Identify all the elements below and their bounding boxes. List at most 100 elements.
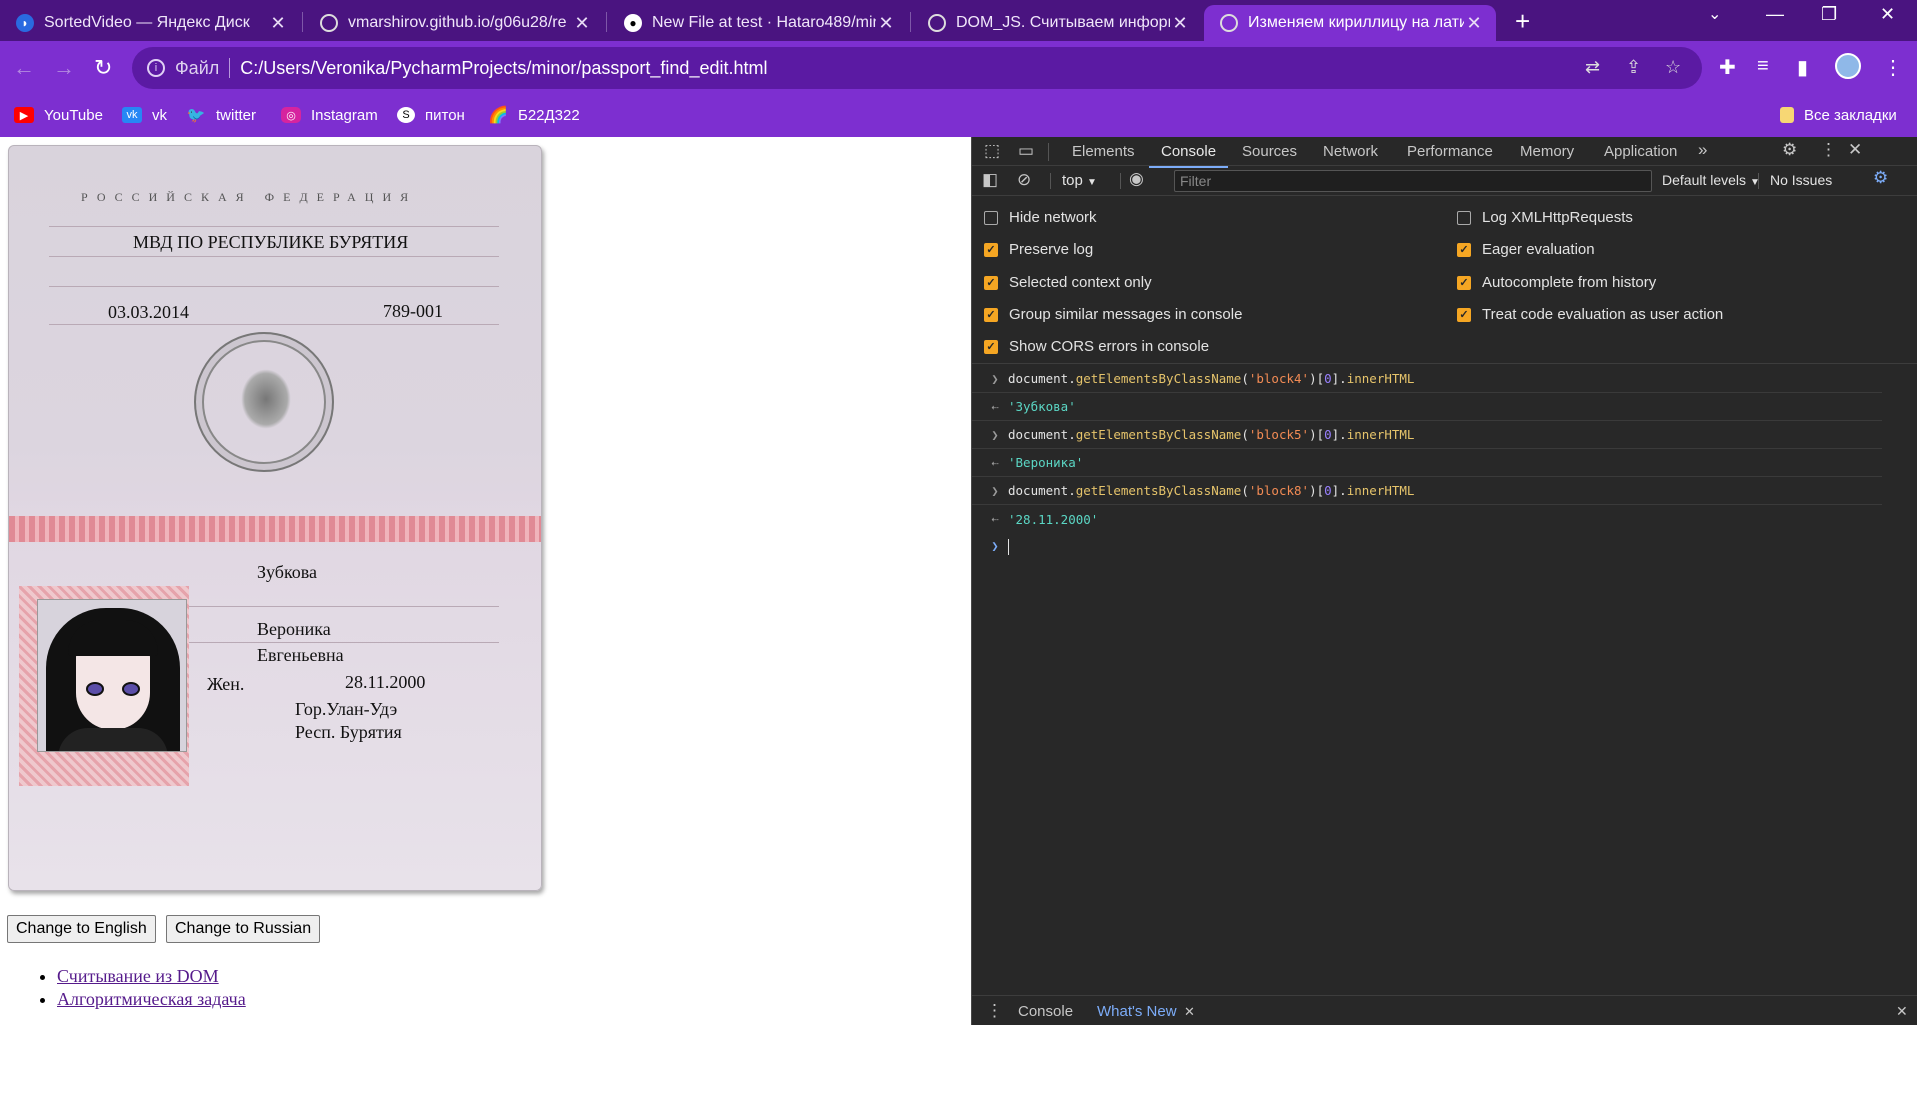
browser-tab[interactable]: ● New File at test · Hataro489/min ✕ bbox=[608, 5, 908, 41]
drawer-tab-console[interactable]: Console bbox=[1018, 1003, 1073, 1020]
restore-icon[interactable]: ❐ bbox=[1821, 4, 1837, 25]
console-filter-input[interactable]: Filter bbox=[1174, 170, 1652, 192]
customize-kebab-icon[interactable]: ⋮ bbox=[1820, 140, 1837, 160]
reload-icon[interactable]: ↻ bbox=[94, 55, 112, 81]
link-algorithm-task[interactable]: Алгоритмическая задача bbox=[57, 989, 246, 1009]
tab-memory[interactable]: Memory bbox=[1520, 143, 1574, 160]
close-icon[interactable]: ✕ bbox=[1464, 13, 1484, 34]
tab-application[interactable]: Application bbox=[1604, 143, 1677, 160]
setting-hide-network[interactable]: Hide network bbox=[984, 209, 1097, 226]
result-value[interactable]: 'Зубкова' bbox=[1008, 399, 1076, 414]
issues-counter[interactable]: No Issues bbox=[1770, 172, 1832, 188]
vk-icon: vk bbox=[122, 107, 142, 123]
browser-tab-active[interactable]: Изменяем кириллицу на латин ✕ bbox=[1204, 5, 1496, 41]
profile-avatar[interactable] bbox=[1835, 53, 1861, 79]
media-icon[interactable]: ≡ bbox=[1757, 55, 1769, 78]
setting-group-similar[interactable]: ✓ Group similar messages in console bbox=[984, 306, 1242, 323]
live-expression-eye-icon[interactable]: ◉ bbox=[1129, 169, 1144, 189]
browser-tab[interactable]: DOM_JS. Считываем информац ✕ bbox=[912, 5, 1202, 41]
all-bookmarks[interactable]: Все закладки bbox=[1780, 102, 1897, 128]
menu-kebab-icon[interactable]: ⋮ bbox=[1883, 55, 1903, 80]
close-drawer-tab-icon[interactable]: ✕ bbox=[1184, 1004, 1195, 1020]
url-text[interactable]: C:/Users/Veronika/PycharmProjects/minor/… bbox=[240, 58, 767, 79]
inspect-element-icon[interactable]: ⬚ bbox=[984, 141, 1000, 161]
setting-preserve-log[interactable]: ✓ Preserve log bbox=[984, 241, 1093, 258]
tab-title: vmarshirov.github.io/g06u28/re bbox=[348, 14, 567, 31]
bookmark-twitter[interactable]: 🐦 twitter bbox=[186, 102, 256, 128]
close-icon[interactable]: ✕ bbox=[572, 13, 592, 34]
close-drawer-icon[interactable]: ✕ bbox=[1896, 1003, 1908, 1020]
tab-separator bbox=[302, 12, 303, 32]
passport-fold-band bbox=[9, 516, 541, 542]
bookmark-youtube[interactable]: ▶ YouTube bbox=[14, 102, 103, 128]
new-tab-plus-icon[interactable]: + bbox=[1515, 6, 1530, 37]
close-icon[interactable]: ✕ bbox=[876, 13, 896, 34]
tab-title: DOM_JS. Считываем информац bbox=[956, 14, 1170, 31]
tab-network[interactable]: Network bbox=[1323, 143, 1378, 160]
bookmark-python[interactable]: S питон bbox=[397, 102, 465, 128]
back-icon[interactable]: ← bbox=[13, 55, 35, 81]
share-icon[interactable]: ⇪ bbox=[1626, 57, 1641, 78]
context-selector[interactable]: top ▼ bbox=[1062, 172, 1097, 189]
console-settings-gear-icon[interactable]: ⚙ bbox=[1873, 168, 1888, 188]
browser-tab[interactable]: ◗ SortedVideo — Яндекс Диск ✕ bbox=[0, 5, 300, 41]
extensions-icon[interactable]: ✚ bbox=[1719, 55, 1736, 80]
checkbox[interactable] bbox=[984, 210, 998, 225]
bookmark-b22d322[interactable]: 🌈 Б22Д322 bbox=[488, 102, 580, 128]
close-icon[interactable]: ✕ bbox=[268, 13, 288, 34]
forward-icon[interactable]: → bbox=[53, 55, 75, 81]
change-to-english-button[interactable]: Change to English bbox=[7, 915, 156, 943]
setting-treat-code-evaluation[interactable]: ✓ Treat code evaluation as user action bbox=[1457, 306, 1723, 323]
browser-tab[interactable]: vmarshirov.github.io/g06u28/re ✕ bbox=[304, 5, 604, 41]
close-icon[interactable]: ✕ bbox=[1170, 13, 1190, 34]
drawer-tab-whats-new[interactable]: What's New bbox=[1097, 1003, 1177, 1020]
side-panel-icon[interactable]: ▮ bbox=[1797, 55, 1808, 80]
setting-cors-errors[interactable]: ✓ Show CORS errors in console bbox=[984, 338, 1209, 355]
tab-sources[interactable]: Sources bbox=[1242, 143, 1297, 160]
info-icon[interactable]: i bbox=[147, 59, 165, 77]
result-value[interactable]: 'Вероника' bbox=[1008, 455, 1083, 470]
checkbox-checked[interactable]: ✓ bbox=[984, 242, 998, 257]
checkbox-checked[interactable]: ✓ bbox=[984, 339, 998, 354]
page-viewport: РОССИЙСКАЯ ФЕДЕРАЦИЯ МВД ПО РЕСПУБЛИКЕ Б… bbox=[0, 137, 971, 1025]
setting-eager-evaluation[interactable]: ✓ Eager evaluation bbox=[1457, 241, 1595, 258]
more-tabs-chevron-icon[interactable]: » bbox=[1698, 140, 1707, 160]
bookmark-label: Instagram bbox=[311, 106, 378, 124]
checkbox-checked[interactable]: ✓ bbox=[1457, 242, 1471, 257]
checkbox-checked[interactable]: ✓ bbox=[1457, 275, 1471, 290]
setting-log-xhr[interactable]: Log XMLHttpRequests bbox=[1457, 209, 1633, 226]
console-input-line: ❯ document. getElementsByClassName('block… bbox=[972, 477, 1882, 505]
result-value[interactable]: '28.11.2000' bbox=[1008, 512, 1098, 527]
close-devtools-icon[interactable]: ✕ bbox=[1848, 140, 1862, 160]
tab-search-chevron-icon[interactable]: ⌄ bbox=[1708, 4, 1721, 24]
log-levels-dropdown[interactable]: Default levels ▼ bbox=[1662, 172, 1760, 188]
drawer-menu-kebab-icon[interactable]: ⋮ bbox=[986, 1001, 1003, 1021]
setting-selected-context[interactable]: ✓ Selected context only bbox=[984, 274, 1152, 291]
address-bar[interactable]: i Файл C:/Users/Veronika/PycharmProjects… bbox=[132, 47, 1702, 89]
settings-gear-icon[interactable]: ⚙ bbox=[1782, 140, 1797, 160]
checkbox-checked[interactable]: ✓ bbox=[1457, 307, 1471, 322]
passport-image: РОССИЙСКАЯ ФЕДЕРАЦИЯ МВД ПО РЕСПУБЛИКЕ Б… bbox=[8, 145, 542, 891]
change-to-russian-button[interactable]: Change to Russian bbox=[166, 915, 321, 943]
bookmark-vk[interactable]: vk vk bbox=[122, 102, 167, 128]
birth-date: 28.11.2000 bbox=[345, 672, 426, 692]
sidebar-toggle-icon[interactable]: ◧ bbox=[982, 170, 998, 190]
bookmark-star-icon[interactable]: ☆ bbox=[1665, 57, 1681, 78]
tab-elements[interactable]: Elements bbox=[1072, 143, 1135, 160]
setting-autocomplete-history[interactable]: ✓ Autocomplete from history bbox=[1457, 274, 1656, 291]
clear-console-icon[interactable]: ⊘ bbox=[1017, 170, 1031, 190]
window-close-icon[interactable]: ✕ bbox=[1880, 4, 1895, 25]
tab-performance[interactable]: Performance bbox=[1407, 143, 1493, 160]
link-dom-reading[interactable]: Считывание из DOM bbox=[57, 966, 219, 986]
globe-icon bbox=[320, 14, 338, 32]
translate-icon[interactable]: ⇄ bbox=[1585, 57, 1600, 78]
bookmark-instagram[interactable]: ◎ Instagram bbox=[281, 102, 378, 128]
checkbox-checked[interactable]: ✓ bbox=[984, 275, 998, 290]
console-input-line: ❯ document. getElementsByClassName('block… bbox=[972, 421, 1882, 449]
checkbox-checked[interactable]: ✓ bbox=[984, 307, 998, 322]
minimize-icon[interactable]: — bbox=[1766, 4, 1784, 25]
checkbox[interactable] bbox=[1457, 210, 1471, 225]
code-object: document. bbox=[1008, 427, 1076, 442]
device-toolbar-icon[interactable]: ▭ bbox=[1018, 141, 1034, 161]
tab-console[interactable]: Console bbox=[1148, 143, 1229, 168]
